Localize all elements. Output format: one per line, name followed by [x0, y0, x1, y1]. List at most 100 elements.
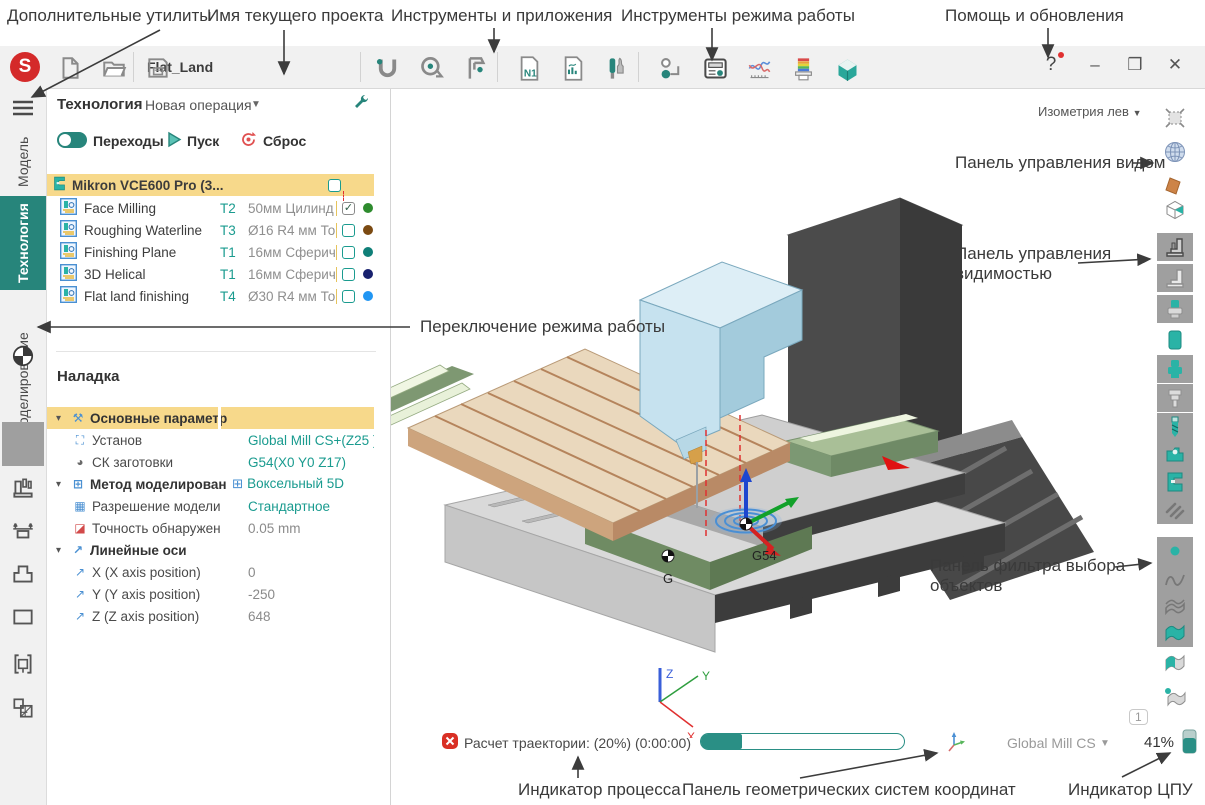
setup-row[interactable]: ⛶УстановGlobal Mill CS+(Z25 ): [46, 429, 374, 451]
operation-checkbox[interactable]: [342, 268, 355, 281]
machine-icon: [46, 175, 72, 195]
fixture-vis-icon[interactable]: [1157, 441, 1193, 469]
curve-filter-icon[interactable]: [1157, 565, 1193, 593]
tab-technology[interactable]: Технология: [0, 196, 46, 290]
minimize-button[interactable]: –: [1082, 55, 1108, 75]
sidebar-press-icon[interactable]: [9, 560, 37, 588]
setup-value[interactable]: ⊞ Воксельный 5D: [228, 476, 344, 492]
chevron-down-icon[interactable]: ▾: [56, 479, 70, 490]
setup-row[interactable]: ▾⚒Основные параметр: [46, 407, 374, 429]
operation-row[interactable]: Roughing WaterlineT3Ø16 R4 мм То: [46, 219, 374, 241]
update-dot-icon: [1058, 52, 1064, 58]
setup-row[interactable]: ◪Точность обнаружен0.05 mm: [46, 517, 374, 539]
tools-icon[interactable]: [602, 54, 632, 82]
gcode-doc-icon[interactable]: N1: [514, 54, 544, 82]
sidebar-clamp-icon[interactable]: [9, 650, 37, 678]
setup-value[interactable]: G54(X0 Y0 Z17): [244, 455, 346, 470]
sidebar-collision-icon[interactable]: [9, 694, 37, 722]
drill-vis-icon[interactable]: [1157, 413, 1193, 441]
operation-checkbox[interactable]: [342, 224, 355, 237]
chevron-down-icon[interactable]: ▾: [56, 545, 70, 556]
flange-vis-icon[interactable]: [1157, 355, 1193, 383]
tape-measure-icon[interactable]: [416, 54, 446, 82]
reset-icon[interactable]: [240, 131, 257, 153]
annotation-mode-tools: Инструменты режима работы: [621, 6, 855, 26]
open-file-icon[interactable]: [99, 54, 129, 82]
cs-triad-icon[interactable]: [945, 731, 967, 758]
cpu-value: 41%: [1144, 734, 1174, 751]
sidebar-stock-icon[interactable]: [9, 603, 37, 631]
transitions-toggle[interactable]: [57, 132, 87, 148]
operation-row[interactable]: Finishing PlaneT116мм Сферич: [46, 241, 374, 263]
machine2-vis-icon[interactable]: [1157, 264, 1193, 292]
setup-row[interactable]: ▾⊞Метод моделирован⊞ Воксельный 5D: [46, 473, 374, 495]
setup-row[interactable]: ▦Разрешение моделиСтандартное: [46, 495, 374, 517]
run-label[interactable]: Пуск: [187, 133, 219, 149]
flag-dot-icon[interactable]: [1157, 684, 1193, 712]
cube-icon[interactable]: [1157, 196, 1193, 224]
flag-filter-icon[interactable]: [1157, 619, 1193, 647]
tool-stack-icon[interactable]: [788, 54, 818, 82]
new-file-icon[interactable]: [55, 54, 85, 82]
cs-selector[interactable]: Global Mill CS: [1007, 735, 1096, 751]
setup-row[interactable]: ↗Y (Y axis position)-250: [46, 583, 374, 605]
caliper-icon[interactable]: [460, 54, 490, 82]
wrench-icon[interactable]: [352, 93, 370, 116]
operation-row[interactable]: Face MillingT250мм Цилинд✓: [46, 197, 374, 219]
setup-value[interactable]: Global Mill CS+(Z25 ): [244, 433, 374, 448]
machine-vis-icon[interactable]: [1157, 233, 1193, 261]
surfaces-filter-icon[interactable]: [1157, 592, 1193, 620]
close-button[interactable]: ✕: [1162, 55, 1188, 75]
setup-row[interactable]: ↗Z (Z axis position)648: [46, 605, 374, 627]
operation-checkbox[interactable]: ✓: [342, 202, 355, 215]
report-doc-icon[interactable]: [558, 54, 588, 82]
setup-value[interactable]: 0: [244, 565, 256, 580]
control-panel-icon[interactable]: [700, 54, 730, 82]
setup-row[interactable]: ▾↗Линейные оси: [46, 539, 374, 561]
operation-checkbox[interactable]: [342, 246, 355, 259]
workflow-icon[interactable]: [656, 54, 686, 82]
cylinder-vis-icon[interactable]: [1157, 326, 1193, 354]
stock-box-icon[interactable]: [832, 54, 862, 82]
operation-icon: [60, 220, 84, 240]
setup-value[interactable]: 0.05 mm: [244, 521, 301, 536]
maximize-button[interactable]: ❒: [1122, 55, 1148, 75]
setup-title: Наладка: [57, 368, 119, 385]
setup-row[interactable]: ◕СК заготовкиG54(X0 Y0 Z17): [46, 451, 374, 473]
mode-sidebar: Модель Технология Моделирование: [0, 88, 47, 805]
setup-value[interactable]: -250: [244, 587, 275, 602]
magnet-icon[interactable]: [372, 54, 402, 82]
active-icon-bg: [2, 422, 44, 466]
setup-row[interactable]: ↗X (X axis position)0: [46, 561, 374, 583]
reset-label[interactable]: Сброс: [263, 133, 306, 149]
holder-vis-icon[interactable]: [1157, 384, 1193, 412]
flag-half-icon[interactable]: [1157, 649, 1193, 677]
machine-tree-node[interactable]: Mikron VCE600 Pro (3...: [46, 174, 374, 196]
sidebar-machine-setup-icon[interactable]: [9, 474, 37, 502]
save-file-icon[interactable]: [143, 54, 173, 82]
tab-model[interactable]: Модель: [0, 128, 46, 196]
machine-checkbox[interactable]: [328, 179, 341, 192]
sidebar-workpiece-icon[interactable]: [9, 342, 37, 370]
chevron-down-icon[interactable]: ▾: [56, 413, 70, 424]
sidebar-fixture-icon[interactable]: [9, 517, 37, 545]
operation-row[interactable]: 3D HelicalT116мм Сферич: [46, 263, 374, 285]
cancel-icon[interactable]: [441, 732, 459, 755]
chevron-down-icon[interactable]: ▼: [1100, 738, 1110, 749]
setup-value[interactable]: 648: [244, 609, 271, 624]
machine-teal-vis-icon[interactable]: [1157, 468, 1193, 496]
hamburger-menu-icon[interactable]: [9, 94, 37, 122]
graphs-icon[interactable]: [744, 54, 774, 82]
point-filter-icon[interactable]: [1157, 537, 1193, 565]
chevron-down-icon[interactable]: ▼: [251, 99, 261, 110]
fit-view-icon[interactable]: [1157, 104, 1193, 132]
run-icon[interactable]: [166, 131, 183, 153]
operation-checkbox[interactable]: [342, 290, 355, 303]
new-operation-dropdown[interactable]: Новая операция: [145, 97, 252, 113]
hatch-vis-icon[interactable]: [1157, 496, 1193, 524]
annotation-tools-apps: Инструменты и приложения: [391, 6, 612, 26]
operation-row[interactable]: Flat land finishingT4Ø30 R4 мм То: [46, 285, 374, 307]
workpiece-vis-icon[interactable]: [1157, 295, 1193, 323]
help-button[interactable]: ?: [1038, 54, 1064, 76]
setup-value[interactable]: Стандартное: [244, 499, 330, 514]
